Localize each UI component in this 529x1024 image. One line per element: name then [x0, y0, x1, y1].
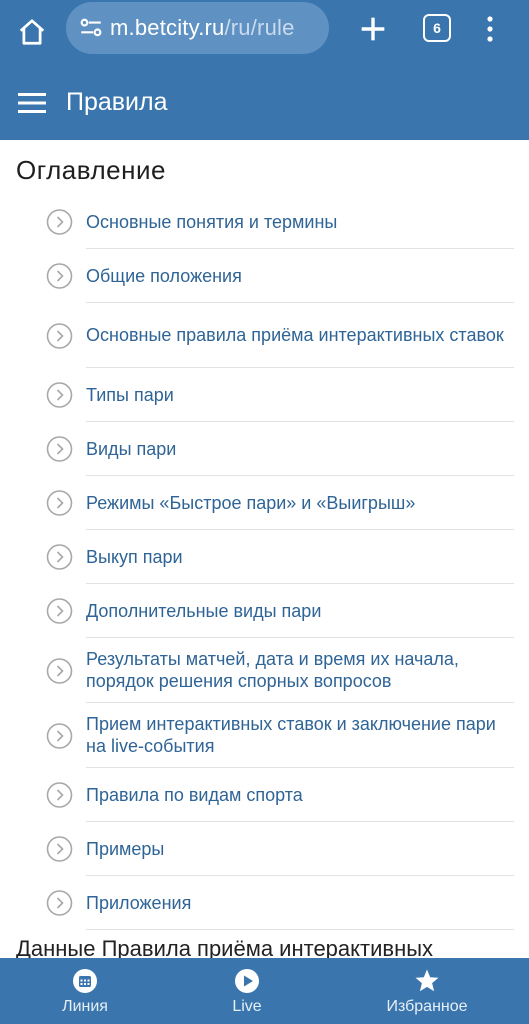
page-title: Правила: [66, 88, 168, 116]
chevron-right-circle-icon: [46, 544, 73, 570]
toc-link[interactable]: Общие положения: [86, 265, 242, 287]
nav-favorites[interactable]: Избранное: [377, 958, 477, 1024]
toc-heading: Оглавление: [16, 155, 166, 185]
chevron-right-circle-icon: [46, 490, 73, 516]
chevron-right-circle-icon: [46, 598, 73, 624]
nav-line-label: Линия: [62, 998, 108, 1015]
address-bar[interactable]: m.betcity.ru/ru/rule: [66, 2, 329, 54]
nav-live[interactable]: Live: [218, 958, 276, 1024]
toc-item[interactable]: Примеры: [0, 822, 529, 876]
browser-toolbar: m.betcity.ru/ru/rule 6: [0, 0, 529, 66]
toc-link[interactable]: Примеры: [86, 838, 164, 860]
tab-switcher-button[interactable]: 6: [423, 14, 451, 42]
toc-link[interactable]: Прием интерактивных ставок и заключение …: [86, 713, 514, 757]
home-icon: [19, 19, 45, 45]
toc-item[interactable]: Основные правила приёма интерактивных ст…: [0, 303, 529, 368]
toc-link[interactable]: Правила по видам спорта: [86, 784, 303, 806]
toc-link[interactable]: Режимы «Быстрое пари» и «Выигрыш»: [86, 492, 415, 514]
nav-favorites-label: Избранное: [386, 998, 468, 1015]
toc-item[interactable]: Приложения: [0, 876, 529, 930]
site-header: Правила: [0, 66, 529, 140]
bottom-navigation: Линия Live Избранное: [0, 958, 529, 1024]
nav-line[interactable]: Линия: [46, 958, 124, 1024]
toc-item[interactable]: Результаты матчей, дата и время их начал…: [0, 638, 529, 703]
toc-list: Основные понятия и термины Общие положени…: [0, 195, 529, 930]
url-path: /ru/rule: [224, 15, 295, 40]
toc-link[interactable]: Приложения: [86, 892, 191, 914]
chevron-right-circle-icon: [46, 782, 73, 808]
toc-item[interactable]: Основные понятия и термины: [0, 195, 529, 249]
chevron-right-circle-icon: [46, 436, 73, 462]
chevron-right-circle-icon: [46, 722, 73, 749]
chevron-right-circle-icon: [46, 382, 73, 408]
toc-item[interactable]: Общие положения: [0, 249, 529, 303]
url-domain: m.betcity.ru: [110, 15, 225, 40]
chevron-right-circle-icon: [46, 657, 73, 684]
hamburger-menu-icon[interactable]: [18, 91, 48, 115]
site-settings-icon[interactable]: [78, 15, 104, 41]
chevron-right-circle-icon: [46, 890, 73, 916]
toc-item[interactable]: Типы пари: [0, 368, 529, 422]
toc-link[interactable]: Результаты матчей, дата и время их начал…: [86, 648, 514, 692]
toc-item[interactable]: Дополнительные виды пари: [0, 584, 529, 638]
chevron-right-circle-icon: [46, 263, 73, 289]
toc-item[interactable]: Виды пари: [0, 422, 529, 476]
toc-item[interactable]: Выкуп пари: [0, 530, 529, 584]
toc-link[interactable]: Основные понятия и термины: [86, 211, 337, 233]
toc-link[interactable]: Дополнительные виды пари: [86, 600, 321, 622]
url-text: m.betcity.ru/ru/rule: [110, 15, 295, 41]
toc-item[interactable]: Режимы «Быстрое пари» и «Выигрыш»: [0, 476, 529, 530]
toc-link[interactable]: Типы пари: [86, 384, 174, 406]
new-tab-icon[interactable]: [356, 12, 390, 46]
toc-link[interactable]: Основные правила приёма интерактивных ст…: [86, 324, 504, 346]
chevron-right-circle-icon: [46, 836, 73, 862]
home-button[interactable]: [14, 14, 50, 50]
chevron-right-circle-icon: [46, 209, 73, 235]
play-icon: [235, 969, 259, 993]
chevron-right-circle-icon: [46, 322, 73, 349]
more-options-icon[interactable]: [478, 12, 502, 46]
star-icon: [415, 969, 439, 992]
toc-link[interactable]: Выкуп пари: [86, 546, 183, 568]
calendar-icon: [73, 969, 97, 993]
toc-item[interactable]: Правила по видам спорта: [0, 768, 529, 822]
toc-item[interactable]: Прием интерактивных ставок и заключение …: [0, 703, 529, 768]
nav-live-label: Live: [232, 998, 262, 1015]
toc-link[interactable]: Виды пари: [86, 438, 176, 460]
